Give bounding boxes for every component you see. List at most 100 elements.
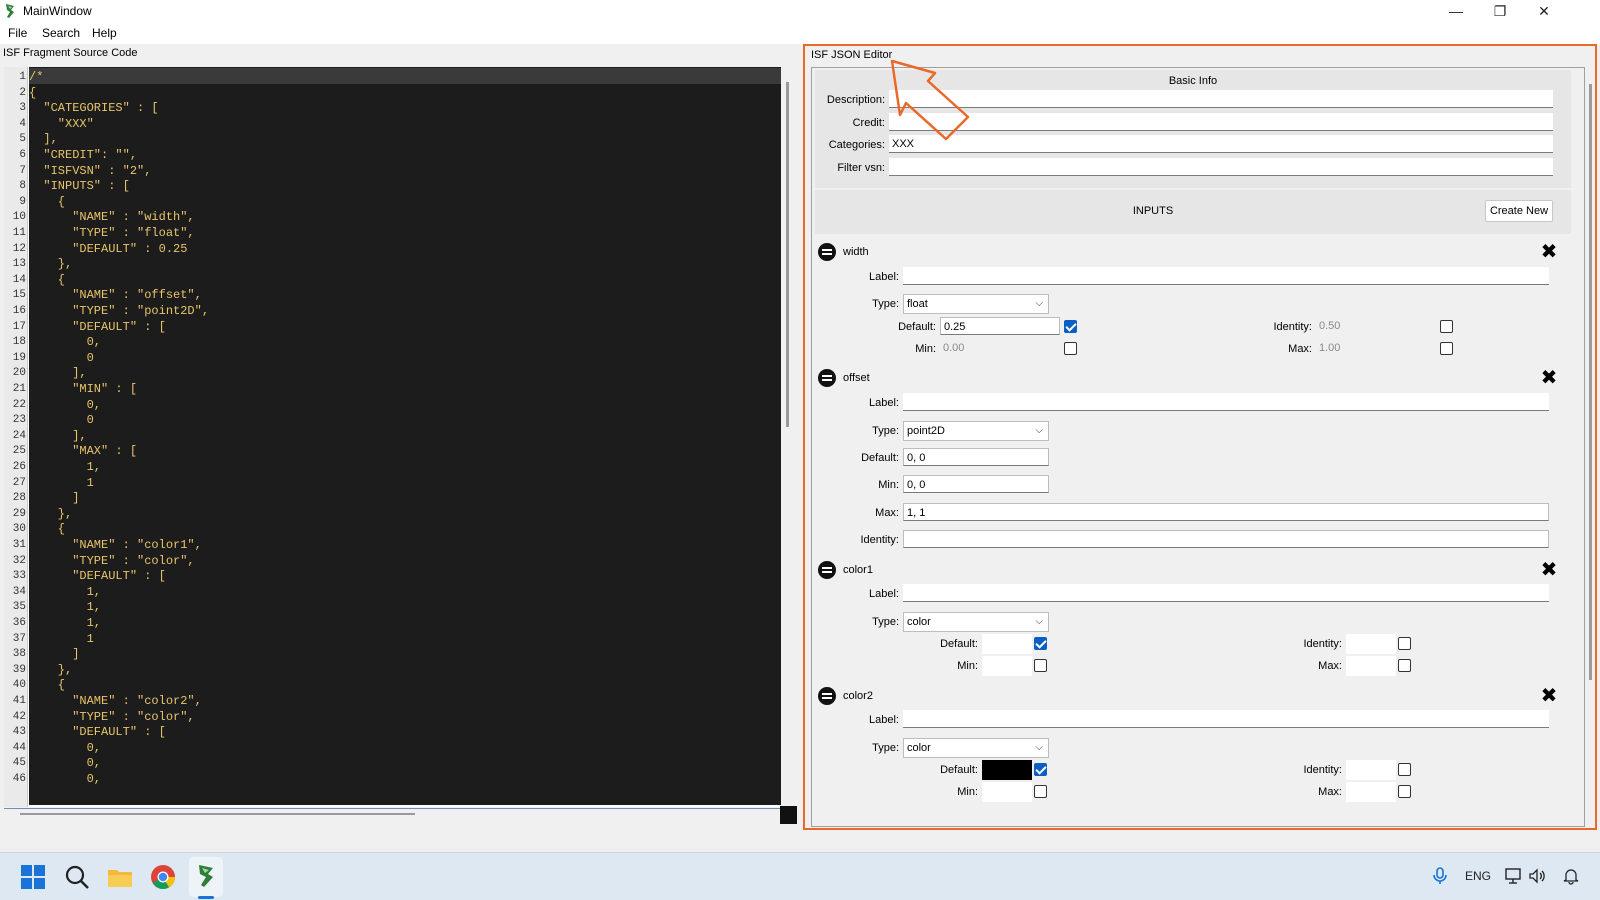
offset-max-field[interactable]: 1, 1 [903,503,1549,521]
file-explorer-icon[interactable] [107,864,133,890]
microphone-icon[interactable] [1430,866,1450,886]
source-code-label: ISF Fragment Source Code [3,47,138,59]
code-line: 0, [29,335,102,350]
line-number: 46 [12,773,26,785]
color2-default-checkbox[interactable] [1034,763,1047,776]
color2-min-swatch[interactable] [982,782,1032,802]
color2-identity-checkbox[interactable] [1398,763,1411,776]
offset-type-select[interactable]: point2D ⌵ [903,421,1049,441]
code-editor[interactable]: 1 2 3 4 5 6 7 8 9 10 11 12 13 14 15 16 17 18 19 20 21 22 23 24 2… [4,67,781,807]
width-default-field[interactable]: 0.25 [940,317,1060,335]
type-label: Type: [872,616,899,628]
filter-vsn-field[interactable] [889,158,1553,176]
json-editor-vertical-scrollbar[interactable] [1589,84,1592,680]
width-max-field[interactable]: 1.00 [1316,339,1436,357]
close-window-button[interactable]: ✕ [1522,0,1566,22]
offset-identity-field[interactable] [903,530,1549,548]
code-area[interactable]: /*{ "CATEGORIES" : [ "XXX" ], "CREDIT": … [29,67,781,805]
credit-field[interactable] [889,113,1553,131]
color1-min-swatch[interactable] [982,656,1032,676]
color2-max-checkbox[interactable] [1398,785,1411,798]
description-field[interactable] [889,90,1553,108]
code-line: "DEFAULT" : [ [29,319,166,334]
drag-handle-icon[interactable] [818,561,836,579]
active-app-indicator [198,896,214,899]
input-name-color2: color2 [843,690,873,702]
isf-editor-app-icon[interactable] [193,863,219,889]
editor-vertical-scrollbar[interactable] [786,82,789,427]
code-line: 0, [29,772,102,786]
delete-input-icon[interactable]: ✖ [1540,242,1558,262]
width-max-checkbox[interactable] [1440,342,1453,355]
color2-default-swatch[interactable] [982,760,1032,780]
drag-handle-icon[interactable] [818,243,836,261]
color1-identity-swatch[interactable] [1346,634,1396,654]
color1-identity-checkbox[interactable] [1398,637,1411,650]
width-type-select[interactable]: float ⌵ [903,294,1049,314]
code-line: "XXX" [29,116,94,131]
input-name-offset: offset [843,372,870,384]
line-number: 37 [12,632,26,645]
code-line: /* [29,70,44,84]
width-min-checkbox[interactable] [1064,342,1077,355]
color2-label-field[interactable] [903,710,1549,728]
chrome-icon[interactable] [150,864,176,890]
editor-horizontal-scrollbar[interactable] [20,813,415,815]
drag-handle-icon[interactable] [818,687,836,705]
code-line: "MIN" : [ [29,382,138,396]
line-number: 41 [12,695,26,707]
color1-type-select[interactable]: color ⌵ [903,612,1049,632]
delete-input-icon[interactable]: ✖ [1540,560,1558,580]
color1-default-swatch[interactable] [982,634,1032,654]
windows-start-icon[interactable] [20,864,46,890]
color2-type-value: color [907,742,931,754]
min-label: Min: [957,786,978,798]
width-min-field[interactable]: 0.00 [940,339,1060,357]
offset-min-field[interactable]: 0, 0 [903,475,1049,493]
label-label: Label: [869,714,899,726]
width-identity-checkbox[interactable] [1440,320,1453,333]
offset-default-field[interactable]: 0, 0 [903,448,1049,466]
color1-max-checkbox[interactable] [1398,659,1411,672]
categories-field[interactable]: XXX [889,135,1553,153]
color1-max-swatch[interactable] [1346,656,1396,676]
network-icon[interactable] [1504,867,1522,885]
line-number: 6 [19,149,26,161]
notification-bell-icon[interactable] [1562,867,1580,885]
code-line: ] [29,491,80,506]
width-default-checkbox[interactable] [1064,320,1077,333]
language-indicator[interactable]: ENG [1465,869,1491,883]
code-line: "NAME" : "color2", [29,694,202,708]
annotation-arrow-icon [890,59,970,141]
create-new-button[interactable]: Create New [1485,200,1553,222]
identity-label: Identity: [1273,321,1312,333]
volume-icon[interactable] [1528,867,1546,885]
code-line: "CATEGORIES" : [ [29,101,159,116]
color1-default-checkbox[interactable] [1034,637,1047,650]
color2-min-checkbox[interactable] [1034,785,1047,798]
menu-help[interactable]: Help [92,26,117,40]
delete-input-icon[interactable]: ✖ [1540,686,1558,706]
color2-type-select[interactable]: color ⌵ [903,738,1049,758]
width-identity-field[interactable]: 0.50 [1316,317,1436,335]
color2-max-swatch[interactable] [1346,782,1396,802]
identity-label: Identity: [1303,638,1342,650]
menu-search[interactable]: Search [42,26,80,40]
restore-button[interactable]: ❐ [1478,0,1522,22]
color1-min-checkbox[interactable] [1034,659,1047,672]
drag-handle-icon[interactable] [818,369,836,387]
color1-label-field[interactable] [903,584,1549,602]
offset-label-field[interactable] [903,393,1549,411]
json-editor-scroll-area[interactable]: Basic Info Description: Credit: Categori… [811,67,1585,827]
search-icon[interactable] [64,864,90,890]
line-number: 15 [12,289,26,302]
chevron-down-icon: ⌵ [1035,298,1043,309]
color2-identity-swatch[interactable] [1346,760,1396,780]
line-number: 25 [12,445,26,458]
delete-input-icon[interactable]: ✖ [1540,368,1558,388]
menu-file[interactable]: File [8,26,27,40]
minimize-button[interactable]: — [1434,0,1478,22]
identity-label: Identity: [1303,764,1342,776]
min-label: Min: [915,343,936,355]
width-label-field[interactable] [903,267,1549,285]
